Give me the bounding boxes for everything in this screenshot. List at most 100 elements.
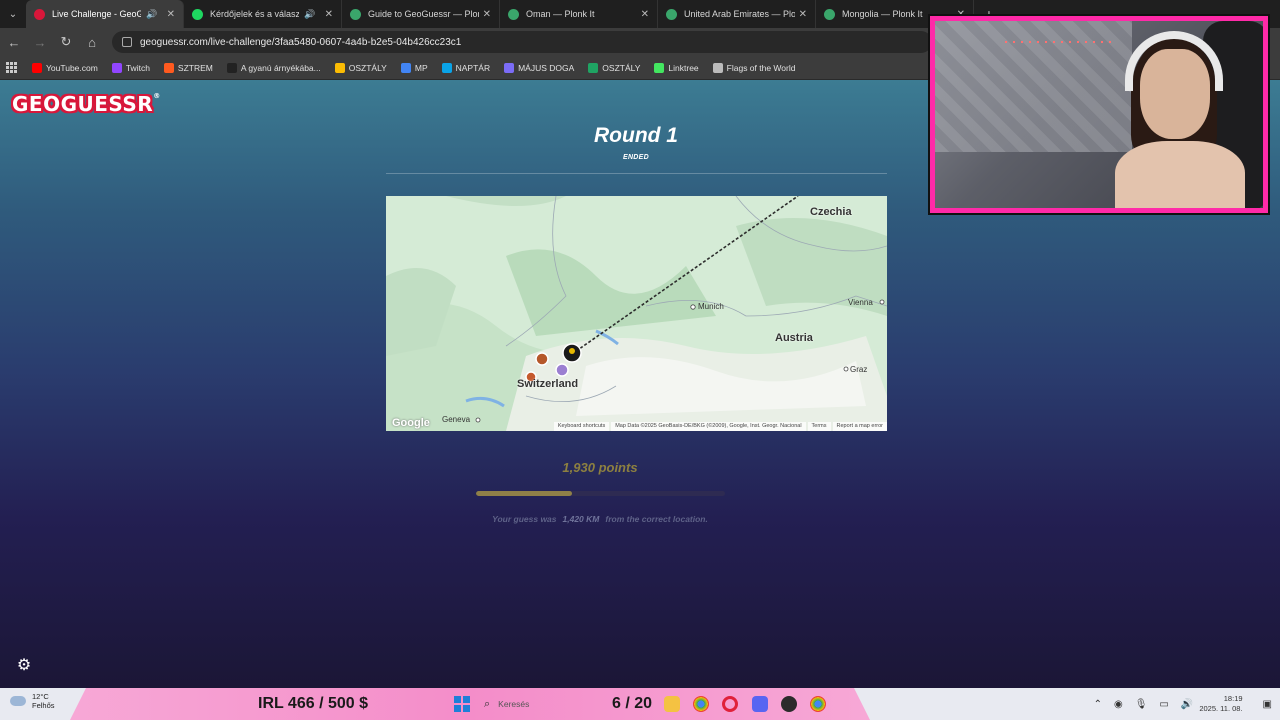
result-distance: 1,420 KM — [562, 514, 600, 524]
tab-favicon-icon — [824, 8, 835, 20]
system-tray: ⌃ ◉ 🎙 ▭ 🔊 18:19 2025. 11. 08. ▣ — [1088, 688, 1280, 720]
tab-close-icon[interactable]: ✕ — [483, 9, 491, 20]
taskbar-clock[interactable]: 18:19 2025. 11. 08. — [1199, 694, 1242, 714]
forward-icon[interactable]: → — [28, 30, 52, 54]
geoguessr-logo[interactable]: GEOGUESSR® — [12, 92, 161, 116]
tab-title: Oman — Plonk It — [526, 9, 595, 19]
tab-title: Live Challenge - GeoGuessr — [52, 9, 142, 19]
browser-tab[interactable]: United Arab Emirates — Plonk ✕ — [658, 0, 816, 28]
address-bar-url: geoguessr.com/live-challenge/3faa5480-06… — [140, 36, 462, 48]
weather-widget[interactable]: 12°C Felhős — [10, 692, 55, 710]
bookmark-item[interactable]: OSZTÁLY — [334, 62, 387, 73]
bookmark-favicon-icon — [111, 62, 122, 73]
bookmark-label: A gyanú árnyékába... — [240, 62, 321, 73]
keyboard-shortcuts-link[interactable]: Keyboard shortcuts — [553, 421, 610, 431]
bookmark-label: Flags of the World — [726, 62, 796, 73]
bookmark-item[interactable]: Flags of the World — [712, 62, 796, 73]
browser-tab[interactable]: Kérdőjelek és a válaszok • ħ 🔊 ✕ — [184, 0, 342, 28]
browser-tab[interactable]: Guide to GeoGuessr — Plonk It ✕ — [342, 0, 500, 28]
discord-icon[interactable] — [752, 696, 768, 712]
chevron-up-icon[interactable]: ⌃ — [1094, 699, 1102, 710]
address-bar[interactable]: geoguessr.com/live-challenge/3faa5480-06… — [112, 31, 932, 53]
chrome-icon[interactable] — [693, 696, 709, 712]
taskbar-search[interactable]: ⌕ Keresés — [484, 694, 624, 714]
bookmark-label: NAPTÁR — [455, 62, 491, 73]
tab-favicon-icon — [350, 8, 361, 20]
bookmark-label: MÁJUS DOGA — [518, 62, 575, 73]
map-label-vienna: Vienna — [848, 298, 873, 307]
home-icon[interactable]: ⌂ — [80, 30, 104, 54]
taskbar-search-label: Keresés — [498, 699, 530, 709]
cloud-icon — [10, 696, 26, 706]
tab-audio-icon[interactable]: 🔊 — [304, 9, 315, 20]
report-map-error-link[interactable]: Report a map error — [832, 421, 887, 431]
windows-start-icon[interactable] — [454, 696, 470, 712]
round-points: 1,930 points — [562, 460, 638, 475]
result-suffix: from the correct location. — [605, 514, 708, 524]
terms-link[interactable]: Terms — [807, 421, 831, 431]
bookmark-label: OSZTÁLY — [602, 62, 641, 73]
bookmark-label: YouTube.com — [46, 62, 98, 73]
bookmark-list: YouTube.com Twitch SZTREM A gyanú árnyékába… — [32, 62, 809, 73]
map-footer: Keyboard shortcuts Map Data ©2025 GeoBas… — [386, 421, 887, 431]
microphone-icon[interactable]: 🎙 — [1135, 699, 1148, 710]
bookmark-item[interactable]: MÁJUS DOGA — [504, 62, 575, 73]
tab-close-icon[interactable]: ✕ — [641, 9, 649, 20]
network-icon[interactable]: ◉ — [1114, 699, 1123, 710]
volume-icon[interactable]: 🔊 — [1181, 699, 1193, 710]
tab-search-icon[interactable]: ⌄ — [0, 0, 26, 28]
bookmark-item[interactable]: SZTREM — [163, 62, 213, 73]
tab-favicon-icon — [666, 8, 677, 20]
obs-icon[interactable] — [781, 696, 797, 712]
bookmark-favicon-icon — [504, 62, 515, 73]
notification-icon[interactable]: ▣ — [1263, 699, 1272, 710]
weather-desc: Felhős — [32, 701, 55, 710]
site-info-icon[interactable] — [122, 37, 132, 47]
bookmark-item[interactable]: A gyanú árnyékába... — [226, 62, 321, 73]
browser-tab[interactable]: Oman — Plonk It ✕ — [500, 0, 658, 28]
tab-close-icon[interactable]: ✕ — [167, 9, 175, 20]
map-data-attribution: Map Data ©2025 GeoBasis-DE/BKG (©2009), … — [611, 421, 806, 431]
bookmark-favicon-icon — [226, 62, 237, 73]
bookmark-favicon-icon — [32, 62, 42, 73]
bookmark-favicon-icon — [588, 62, 599, 73]
bookmark-item[interactable]: OSZTÁLY — [588, 62, 641, 73]
map-label-munich: Munich — [698, 302, 724, 311]
bookmark-favicon-icon — [441, 62, 452, 73]
search-icon: ⌕ — [484, 697, 491, 710]
reload-icon[interactable]: ↻ — [54, 30, 78, 54]
bookmark-item[interactable]: YouTube.com — [32, 62, 98, 73]
tab-favicon-icon — [192, 8, 203, 20]
chrome-profile-icon[interactable] — [810, 696, 826, 712]
file-explorer-icon[interactable] — [664, 696, 680, 712]
clock-time: 18:19 — [1223, 694, 1243, 703]
round-counter-overlay: 6 / 20 — [612, 695, 653, 712]
irl-donation-goal: IRL 466 / 500 $ — [258, 695, 368, 712]
bookmark-favicon-icon — [163, 62, 174, 73]
bookmark-label: SZTREM — [177, 62, 213, 73]
map-label-switzerland: Switzerland — [517, 378, 579, 390]
bookmark-item[interactable]: Linktree — [654, 62, 699, 73]
display-icon[interactable]: ▭ — [1159, 699, 1168, 710]
bookmark-item[interactable]: MP — [400, 62, 428, 73]
result-map[interactable]: Czechia Austria Switzerland Munich Vienn… — [386, 196, 887, 431]
points-progress-fill — [476, 491, 573, 496]
windows-taskbar: 12°C Felhős IRL 466 / 500 $ ⌕ Keresés 6 … — [0, 688, 1280, 720]
bookmark-label: MP — [414, 62, 428, 73]
opera-icon[interactable] — [722, 696, 738, 712]
tab-close-icon[interactable]: ✕ — [325, 9, 333, 20]
stream-overlay-banner — [70, 688, 870, 720]
back-icon[interactable]: ← — [2, 30, 26, 54]
settings-gear-icon[interactable]: ⚙ — [14, 656, 34, 676]
apps-grid-icon[interactable] — [6, 61, 18, 74]
tab-audio-icon[interactable]: 🔊 — [146, 9, 157, 20]
result-prefix: Your guess was — [492, 514, 557, 524]
bookmark-item[interactable]: Twitch — [111, 62, 150, 73]
browser-tab[interactable]: Live Challenge - GeoGuessr 🔊 ✕ — [26, 0, 184, 28]
bookmark-label: OSZTÁLY — [348, 62, 387, 73]
bookmark-label: Twitch — [125, 62, 150, 73]
tab-close-icon[interactable]: ✕ — [799, 9, 807, 20]
bookmark-item[interactable]: NAPTÁR — [441, 62, 491, 73]
points-progress-bar — [476, 491, 725, 496]
tab-favicon-icon — [508, 8, 519, 20]
